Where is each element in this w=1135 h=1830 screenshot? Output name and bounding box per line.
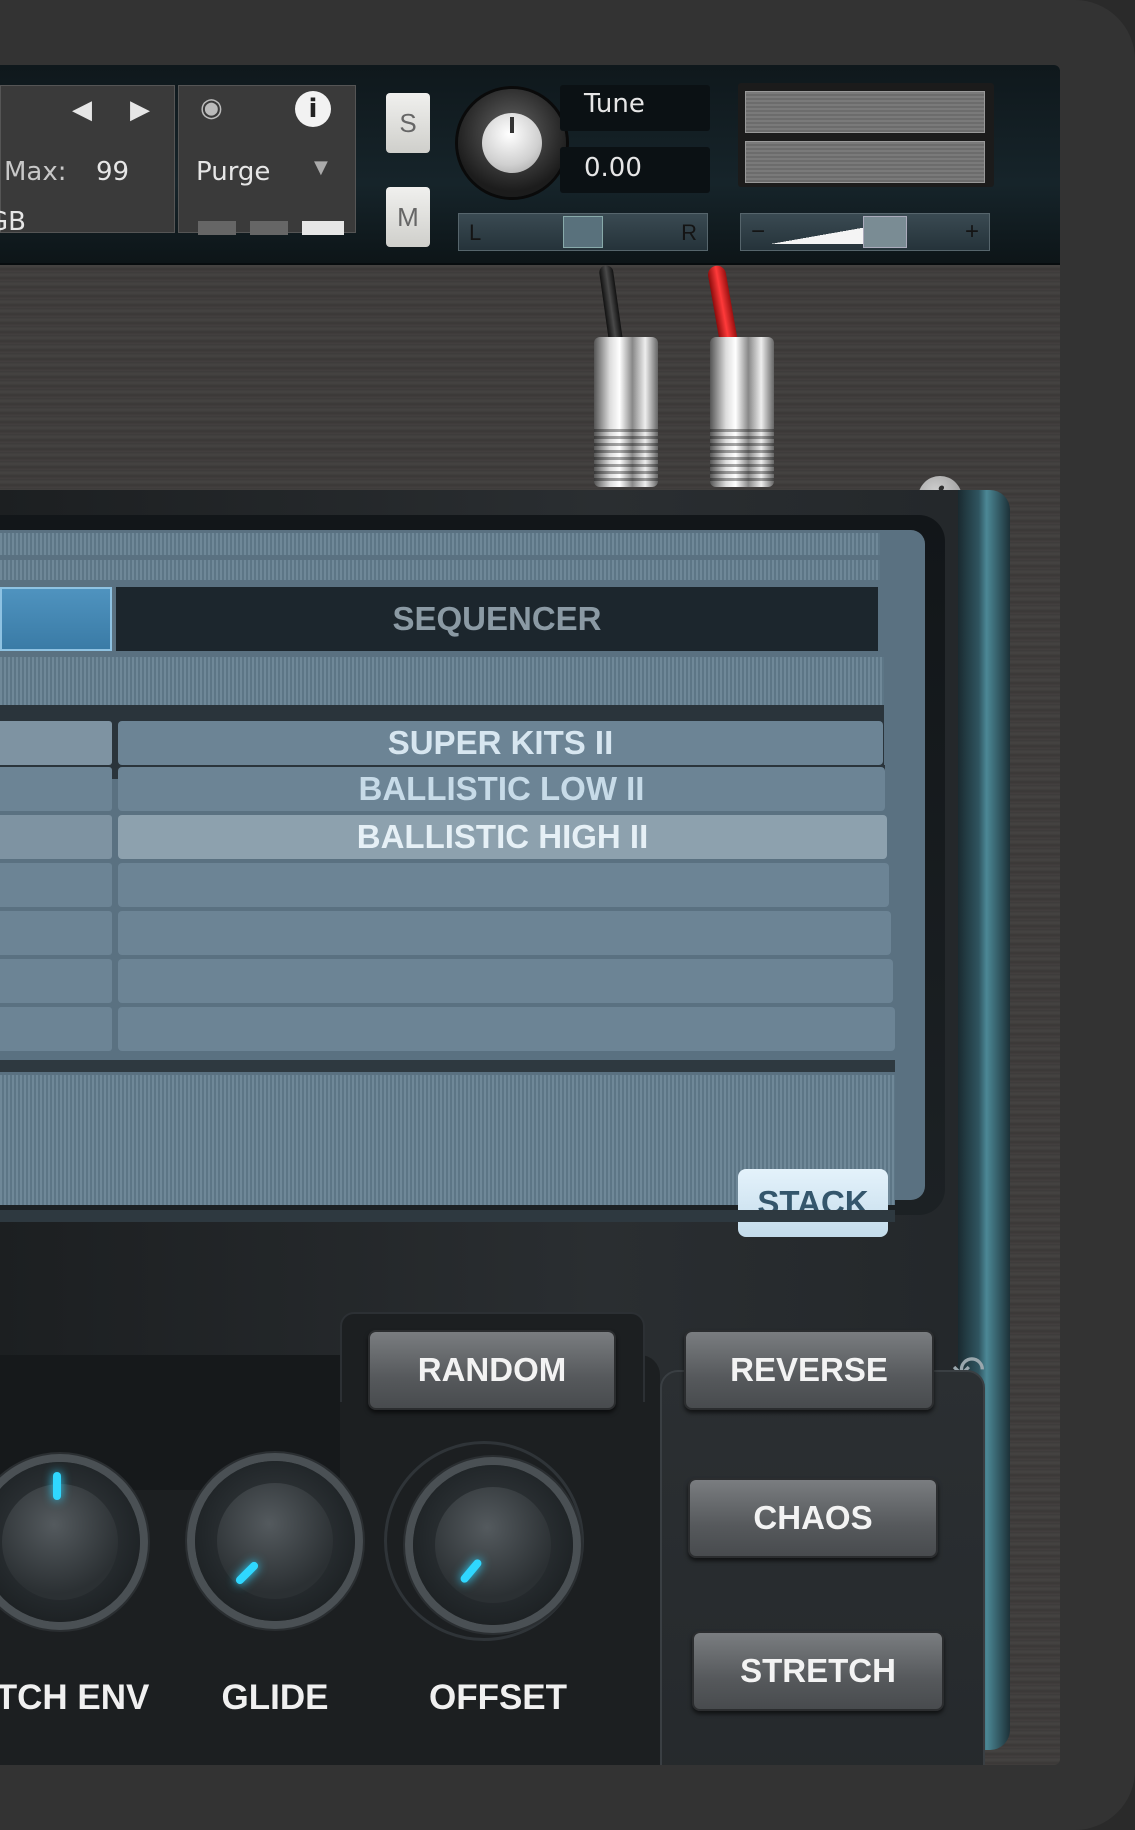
purge-indicator — [302, 221, 344, 235]
max-value[interactable]: 99 — [96, 157, 129, 187]
kit-row-empty[interactable] — [118, 863, 889, 907]
mute-button[interactable]: M — [386, 187, 430, 247]
list-item-left[interactable] — [0, 721, 112, 765]
offset-knob[interactable] — [413, 1465, 573, 1625]
screen-stripe — [0, 560, 880, 580]
list-bottom-separator — [0, 1060, 895, 1072]
offset-label: OFFSET — [428, 1678, 568, 1717]
instrument-header: ◀ ▶ ◉ i Max: 99 GB Purge ▼ S M Tune 0.00… — [0, 65, 1060, 265]
pan-right-label: R — [681, 220, 697, 245]
purge-dropdown[interactable]: Purge — [196, 157, 270, 187]
purge-indicator — [198, 221, 236, 235]
tune-value[interactable]: 0.00 — [584, 153, 642, 183]
glide-label: GLIDE — [221, 1678, 329, 1717]
tab-kits[interactable] — [0, 587, 112, 651]
level-meter-left — [745, 91, 985, 133]
kit-row-ballistic-high[interactable]: BALLISTIC HIGH II — [118, 815, 887, 859]
knob-indicator — [53, 1472, 61, 1500]
info-icon[interactable]: i — [295, 91, 331, 127]
volume-slider[interactable]: − + — [740, 213, 990, 251]
list-item-left[interactable] — [0, 863, 112, 907]
volume-handle[interactable] — [863, 216, 907, 248]
tab-sequencer[interactable]: SEQUENCER — [116, 587, 878, 651]
list-item-left[interactable] — [0, 767, 112, 811]
tune-label: Tune — [584, 89, 645, 119]
screen-stripe — [0, 657, 884, 705]
kit-row-ballistic-low[interactable]: BALLISTIC LOW II — [118, 767, 885, 811]
pan-left-label: L — [469, 220, 482, 245]
purge-indicator — [250, 221, 288, 235]
max-label: Max: — [4, 157, 67, 187]
tune-knob-indicator — [510, 117, 514, 133]
screen-stripe — [0, 533, 880, 555]
glide-knob[interactable] — [195, 1461, 355, 1621]
chaos-button[interactable]: CHAOS — [688, 1478, 938, 1558]
pan-handle[interactable] — [563, 216, 603, 248]
knob-cap — [2, 1484, 118, 1600]
memory-label: GB — [0, 207, 26, 237]
jack-rings — [594, 425, 658, 485]
list-item-left[interactable] — [0, 815, 112, 859]
knob-cap — [435, 1487, 551, 1603]
solo-button[interactable]: S — [386, 93, 430, 153]
prev-arrow-icon[interactable]: ◀ — [72, 95, 92, 125]
stack-button[interactable]: STACK — [738, 1169, 888, 1237]
next-arrow-icon[interactable]: ▶ — [130, 95, 150, 125]
kit-row-empty[interactable] — [118, 959, 893, 1003]
list-item-left[interactable] — [0, 911, 112, 955]
list-item-left[interactable] — [0, 959, 112, 1003]
reverse-button[interactable]: REVERSE — [684, 1330, 934, 1410]
screen-bottom-separator — [0, 1210, 895, 1222]
stretch-button[interactable]: STRETCH — [692, 1631, 944, 1711]
chevron-down-icon[interactable]: ▼ — [314, 157, 328, 178]
pan-slider[interactable]: L R — [458, 213, 708, 251]
camera-icon[interactable]: ◉ — [200, 93, 223, 123]
knob-cap — [217, 1483, 333, 1599]
kit-row-empty[interactable] — [118, 1007, 895, 1051]
random-button[interactable]: RANDOM — [368, 1330, 616, 1410]
kit-row-super-kits[interactable]: SUPER KITS II — [118, 721, 883, 765]
jack-rings — [710, 425, 774, 485]
volume-plus-label: + — [964, 218, 979, 245]
instrument-panel: ◀ ▶ ◉ i Max: 99 GB Purge ▼ S M Tune 0.00… — [0, 65, 1060, 1765]
tune-knob[interactable] — [458, 89, 566, 197]
kit-row-empty[interactable] — [118, 911, 891, 955]
list-item-left[interactable] — [0, 1007, 112, 1051]
pitch-env-label: TCH ENV — [0, 1678, 150, 1717]
level-meter-right — [745, 141, 985, 183]
